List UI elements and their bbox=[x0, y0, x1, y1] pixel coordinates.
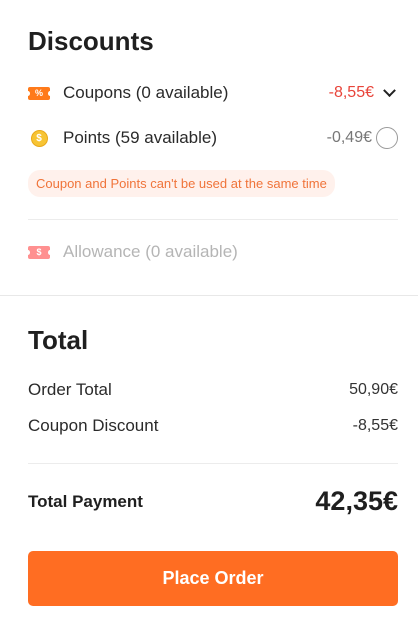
allowance-dollar-icon: $ bbox=[26, 245, 52, 259]
order-total-value: 50,90€ bbox=[349, 381, 398, 398]
coupon-discount-row: Coupon Discount -8,55€ bbox=[28, 416, 398, 436]
total-title: Total bbox=[28, 325, 89, 355]
coupon-discount-value: -8,55€ bbox=[352, 417, 398, 434]
coupons-row[interactable]: % Coupons (0 available) -8,55€ bbox=[26, 79, 398, 107]
divider bbox=[28, 219, 398, 220]
discount-conflict-notice: Coupon and Points can't be used at the s… bbox=[28, 170, 335, 197]
points-value: -0,49€ bbox=[326, 129, 372, 146]
discounts-title: Discounts bbox=[28, 26, 154, 56]
coupon-discount-label: Coupon Discount bbox=[28, 416, 159, 435]
place-order-button[interactable]: Place Order bbox=[28, 551, 398, 606]
points-radio[interactable] bbox=[376, 127, 398, 149]
total-payment-value: 42,35€ bbox=[315, 486, 398, 516]
section-divider bbox=[0, 295, 418, 296]
allowance-label: Allowance (0 available) bbox=[63, 242, 238, 261]
divider bbox=[28, 463, 398, 464]
allowance-row: $ Allowance (0 available) bbox=[26, 238, 398, 266]
total-payment-label: Total Payment bbox=[28, 491, 143, 511]
coupons-value: -8,55€ bbox=[328, 84, 374, 101]
chevron-down-icon[interactable] bbox=[383, 83, 396, 97]
order-total-row: Order Total 50,90€ bbox=[28, 380, 398, 400]
points-label: Points (59 available) bbox=[63, 128, 218, 147]
coupon-percent-icon: % bbox=[26, 86, 52, 100]
order-total-label: Order Total bbox=[28, 380, 112, 399]
points-row[interactable]: $ Points (59 available) -0,49€ bbox=[28, 124, 398, 152]
coin-dollar-icon: $ bbox=[28, 129, 50, 147]
coupons-label: Coupons (0 available) bbox=[63, 83, 229, 102]
total-payment-row: Total Payment 42,35€ bbox=[28, 486, 398, 517]
